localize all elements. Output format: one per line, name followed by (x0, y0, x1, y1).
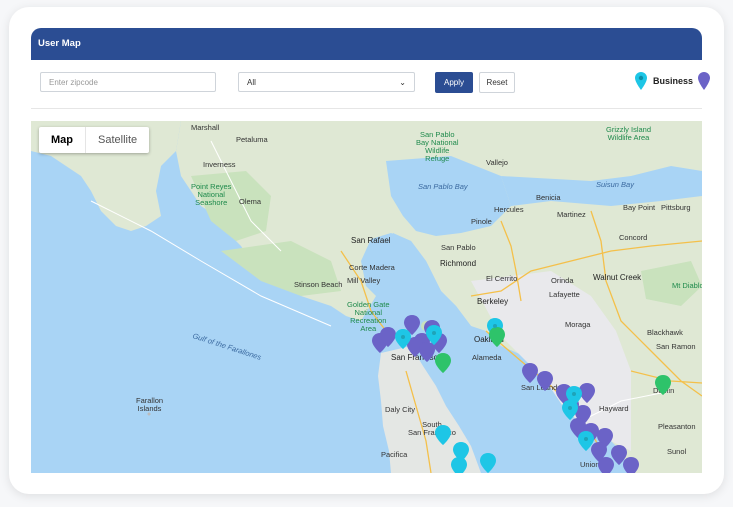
map-view[interactable]: Map Satellite Marshall Petaluma Inverness P… (31, 121, 702, 473)
map-label-elcerrito: El Cerrito (486, 274, 518, 283)
legend-business: Business (635, 72, 693, 90)
map-label-stinson: Stinson Beach (294, 280, 343, 289)
map-label-southsf: South San Francisco (408, 420, 456, 437)
map-label-sanfrancisco: San Francisco (391, 353, 443, 362)
map-label-orinda: Orinda (551, 276, 574, 285)
map-label-suisunbay: Suisun Bay (596, 180, 634, 189)
map-label-mtdiablo: Mt Diablo (672, 281, 702, 290)
legend-user (698, 72, 710, 95)
map-label-walnutcreek: Walnut Creek (593, 273, 642, 282)
filter-toolbar: All ⌄ Apply Reset Business (31, 60, 710, 109)
map-label-hercules: Hercules (494, 205, 524, 214)
map-label-sanleandro: San Leandro (521, 383, 564, 392)
map-label-sanpablo: San Pablo (441, 243, 476, 252)
map-label-union: Union (580, 460, 600, 469)
card-header: User Map (31, 28, 702, 60)
map-label-sanramon: San Ramon (656, 342, 696, 351)
map-label-sanrafael: San Rafael (351, 236, 391, 245)
map-label-blackhawk: Blackhawk (647, 328, 683, 337)
map-type-satellite-button[interactable]: Satellite (86, 127, 149, 153)
map-label-grizzly: Grizzly Island Wildlife Area (606, 125, 652, 142)
map-label-dalycity: Daly City (385, 405, 416, 414)
map-label-sunol: Sunol (667, 447, 687, 456)
map-label-vallejo: Vallejo (486, 158, 508, 167)
category-select[interactable]: All ⌄ (238, 72, 415, 92)
map-label-petaluma: Petaluma (236, 135, 268, 144)
user-marker-icon (698, 72, 710, 90)
map-label-berkeley: Berkeley (477, 297, 509, 306)
category-select-value: All (247, 77, 256, 87)
map-label-inverness: Inverness (203, 160, 236, 169)
map-label-dublin: Dublin (653, 386, 675, 395)
map-label-sanpablobay: San Pablo Bay National Wildlife Refuge (416, 130, 459, 163)
apply-button[interactable]: Apply (435, 72, 473, 93)
map-label-lafayette: Lafayette (549, 290, 580, 299)
map-label-martinez: Martinez (557, 210, 586, 219)
business-marker-icon (635, 72, 647, 90)
map-label-pleasanton: Pleasanton (658, 422, 696, 431)
map-label-oakland: Oakland (474, 335, 504, 344)
map-label-pinole: Pinole (471, 217, 492, 226)
chevron-down-icon: ⌄ (399, 77, 406, 87)
map-label-alameda: Alameda (472, 353, 502, 362)
map-label-pointreyes: Point Reyes National Seashore (191, 182, 232, 207)
map-label-goldengate: Golden Gate National Recreation Area (347, 300, 390, 333)
map-label-pittsburg: Pittsburg (661, 203, 691, 212)
map-type-control: Map Satellite (39, 127, 150, 153)
map-label-farallon: Farallon Islands (136, 396, 164, 413)
map-label-millvalley: Mill Valley (347, 276, 381, 285)
page-title: User Map (38, 38, 81, 49)
map-label-cortemadera: Corte Madera (349, 263, 395, 272)
map-label-marshall: Marshall (191, 123, 220, 132)
map-label-concord: Concord (619, 233, 648, 242)
map-label-pacifica: Pacifica (381, 450, 408, 459)
legend-business-label: Business (653, 76, 694, 86)
map-type-map-button[interactable]: Map (39, 127, 86, 153)
reset-button[interactable]: Reset (479, 72, 515, 93)
map-label-sanpablobaywater: San Pablo Bay (418, 182, 468, 191)
map-canvas (31, 121, 702, 473)
map-label-olema: Olema (239, 197, 262, 206)
map-label-moraga: Moraga (565, 320, 591, 329)
map-label-baypoint: Bay Point (623, 203, 656, 212)
zipcode-input[interactable] (40, 72, 216, 92)
map-label-hayward: Hayward (599, 404, 629, 413)
map-label-benicia: Benicia (536, 193, 561, 202)
map-label-richmond: Richmond (440, 259, 477, 268)
